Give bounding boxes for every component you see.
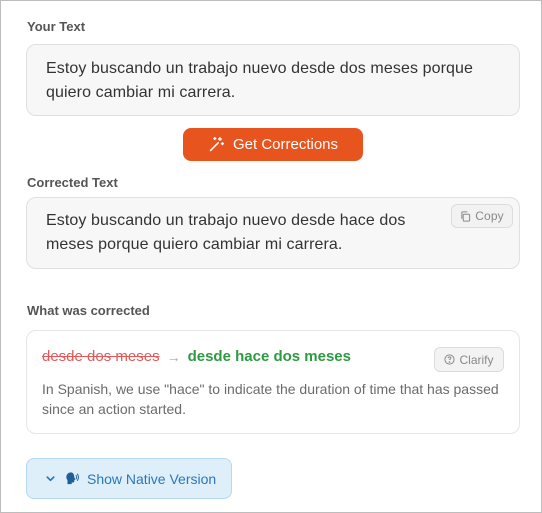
correction-pair: desde dos meses → desde hace dos meses — [42, 348, 351, 366]
your-text-label: Your Text — [27, 19, 86, 34]
get-corrections-button[interactable]: Get Corrections — [183, 128, 363, 161]
copy-label: Copy — [475, 209, 504, 223]
speaking-head-icon — [66, 472, 79, 485]
question-circle-icon — [444, 354, 456, 365]
show-native-version-label: Show Native Version — [87, 470, 217, 487]
arrow-right-icon: → — [166, 349, 181, 365]
corrected-text-label: Corrected Text — [27, 175, 118, 190]
clarify-label: Clarify — [459, 352, 494, 367]
magic-wand-icon — [209, 136, 225, 152]
get-corrections-label: Get Corrections — [232, 136, 339, 153]
correction-explanation: In Spanish, we use "hace" to indicate th… — [42, 381, 499, 417]
clarify-button[interactable]: Clarify — [434, 347, 504, 372]
corrected-phrase: desde hace dos meses — [187, 348, 351, 365]
original-phrase: desde dos meses — [42, 348, 160, 365]
input-text-field[interactable]: Estoy buscando un trabajo nuevo desde do… — [26, 44, 520, 116]
correction-card: desde dos meses → desde hace dos meses C… — [26, 330, 520, 434]
what-was-corrected-label: What was corrected — [27, 303, 150, 318]
corrected-text: Estoy buscando un trabajo nuevo desde ha… — [46, 212, 406, 253]
copy-icon — [461, 210, 471, 222]
copy-button[interactable]: Copy — [451, 204, 513, 228]
corrected-text-box: Estoy buscando un trabajo nuevo desde ha… — [26, 197, 520, 269]
grammar-corrector-panel: Your Text Estoy buscando un trabajo nuev… — [0, 0, 542, 513]
show-native-version-button[interactable]: Show Native Version — [26, 458, 232, 499]
chevron-down-icon — [46, 476, 55, 482]
